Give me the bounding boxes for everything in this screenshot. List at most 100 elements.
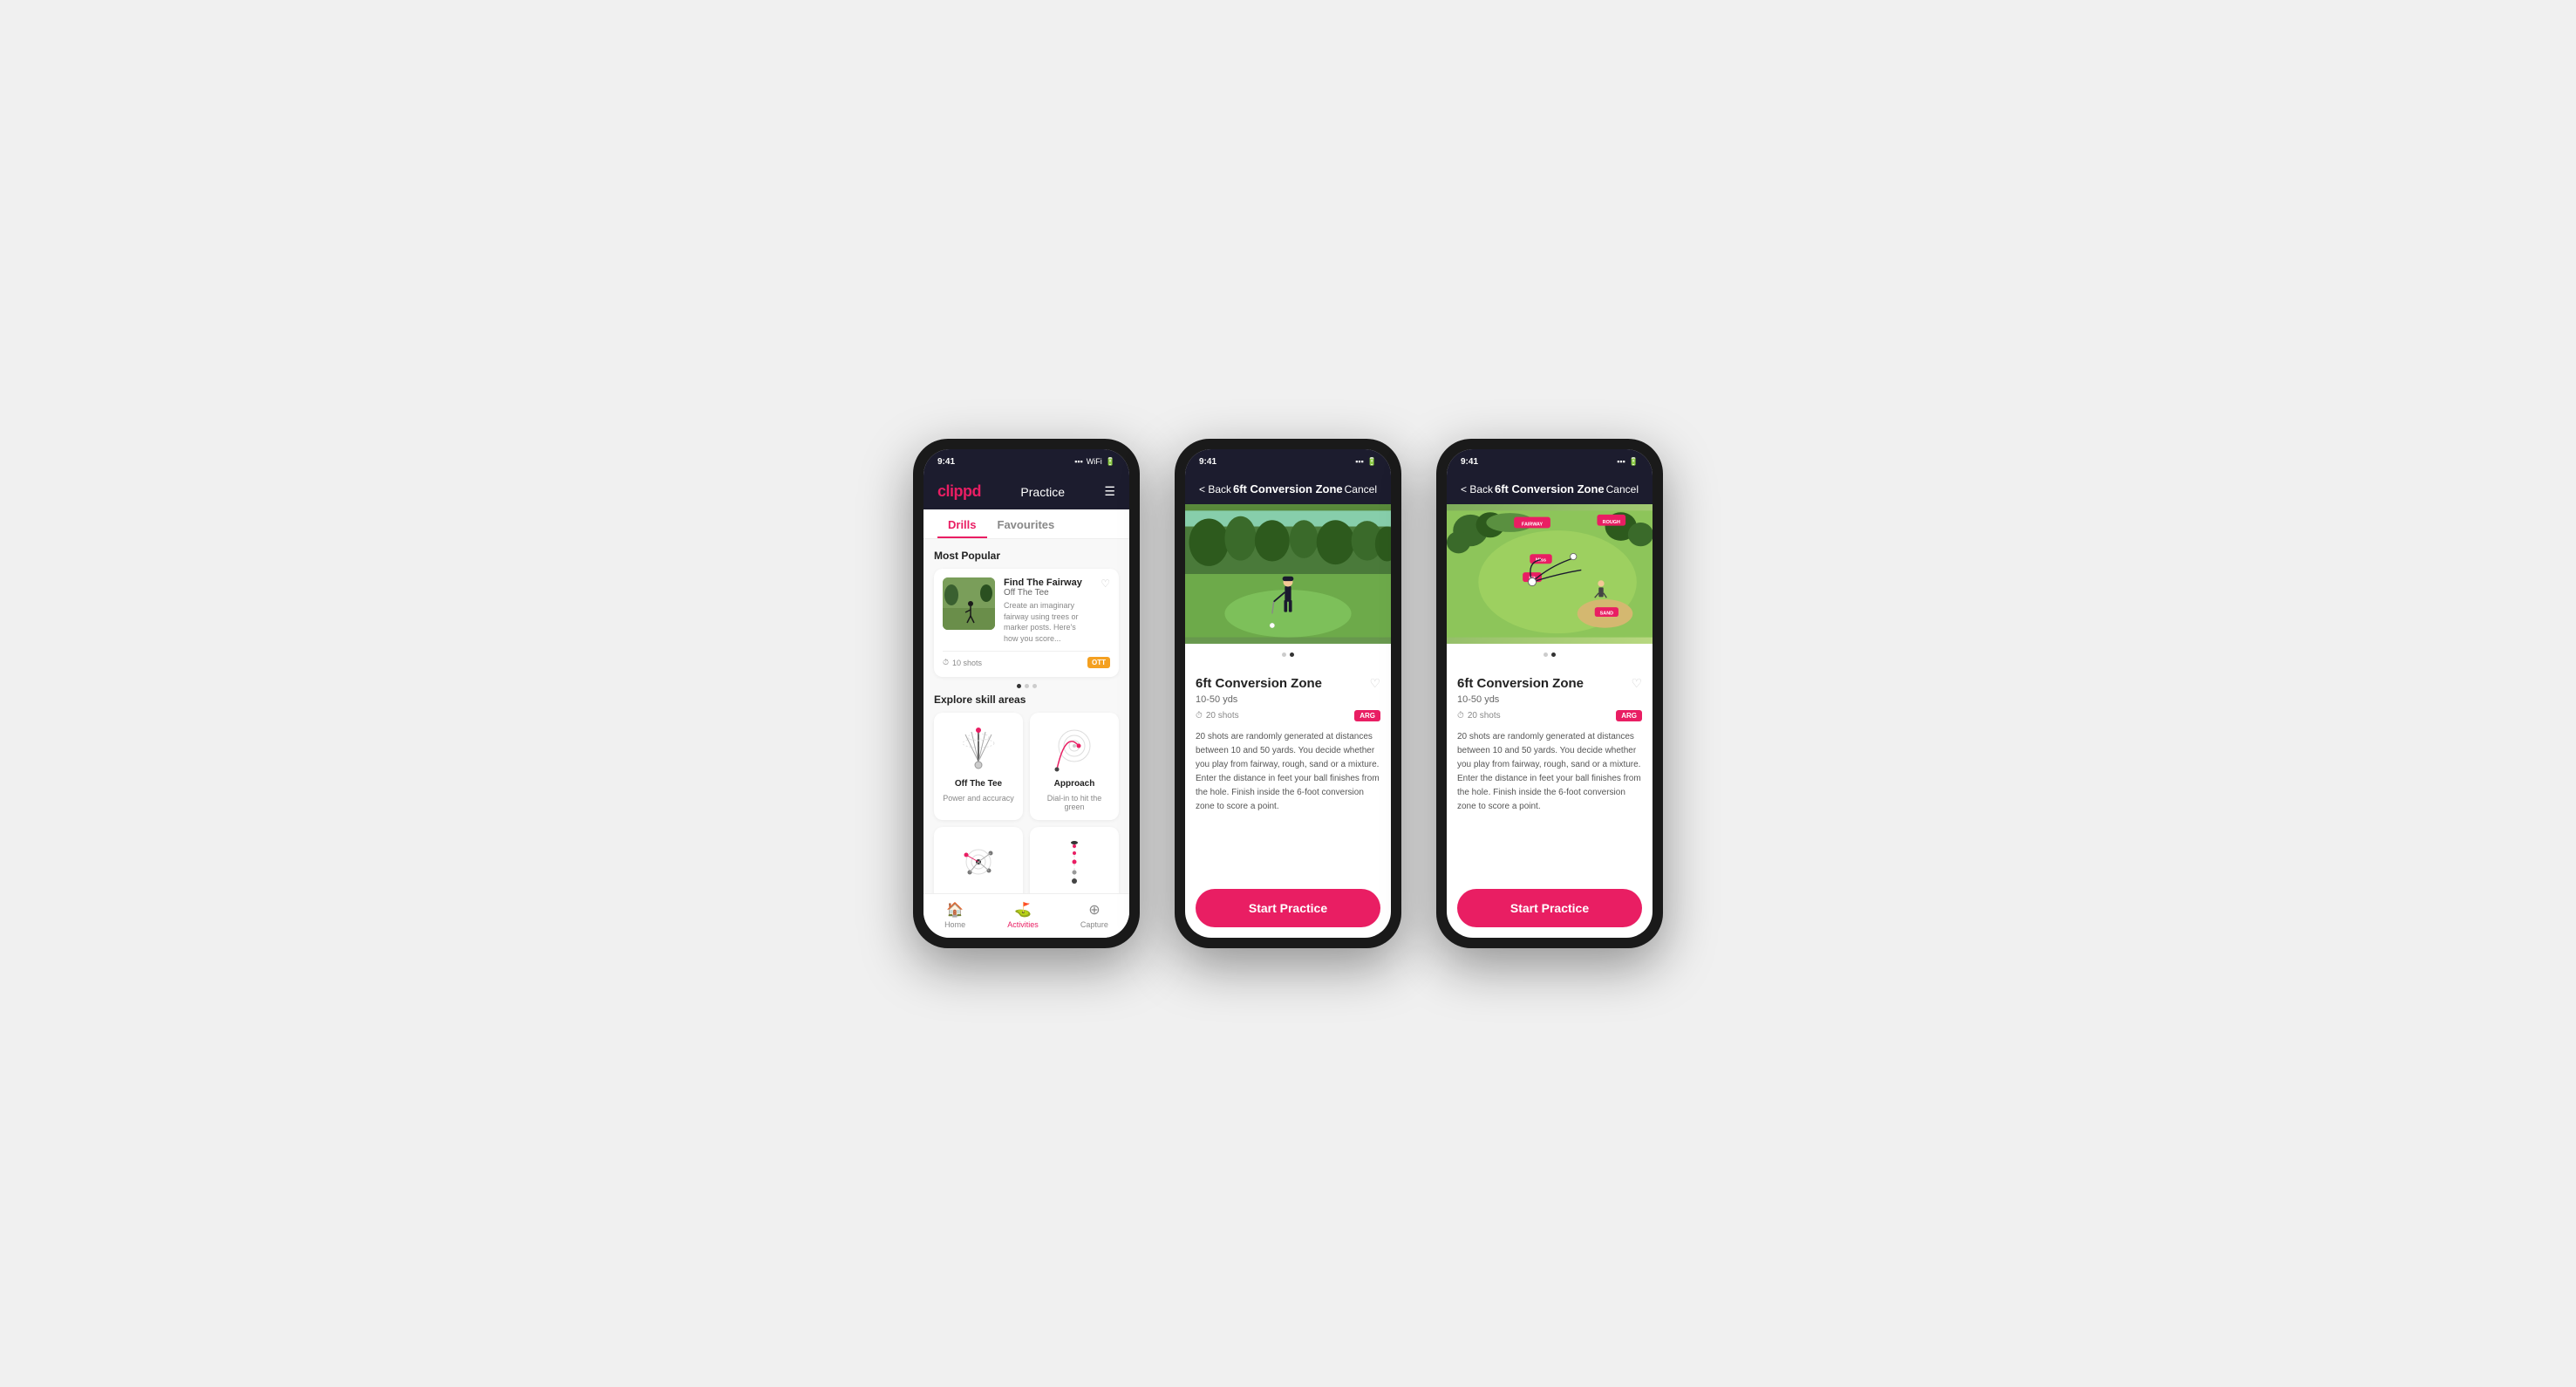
drill-detail-content-3[interactable]: 6ft Conversion Zone ♡ 10-50 yds ⏱ 20 sho… [1447,666,1653,878]
phone1-scroll-content[interactable]: Most Popular [923,539,1129,893]
detail-description-3: 20 shots are randomly generated at dista… [1457,730,1642,814]
phone-3-screen: 9:41 ▪▪▪ 🔋 < Back 6ft Conversion Zone Ca… [1447,449,1653,938]
shots-count-3: 20 shots [1468,711,1501,721]
photo-dot-1 [1282,653,1286,657]
detail-shots-2: ⏱ 20 shots [1196,711,1239,721]
dot-1 [1017,684,1021,688]
status-time-1: 9:41 [937,457,955,467]
menu-icon[interactable]: ☰ [1104,484,1115,499]
favourite-icon[interactable]: ♡ [1101,577,1110,590]
detail-shots-row-3: ⏱ 20 shots ARG [1457,710,1642,721]
drill-hero-map: FAIRWAY ROUGH Miss Hit SAND [1447,504,1653,644]
skill-grid: Off The Tee Power and accuracy [934,713,1119,893]
detail-title-row-3: 6ft Conversion Zone ♡ [1457,676,1642,691]
drill-header-title-2: 6ft Conversion Zone [1233,482,1343,495]
clippd-logo: clippd [937,482,981,501]
detail-shots-row-2: ⏱ 20 shots ARG [1196,710,1380,721]
skill-card-approach[interactable]: Approach Dial-in to hit the green [1030,713,1119,820]
nav-activities-label: Activities [1007,920,1039,929]
tab-favourites[interactable]: Favourites [987,509,1066,538]
map-dot-2 [1551,653,1556,657]
svg-text:FAIRWAY: FAIRWAY [1522,523,1544,528]
signal-icon-3: ▪▪▪ [1617,457,1625,466]
activities-icon: ⛳ [1014,901,1032,919]
drill-name: Find The Fairway [1004,577,1092,588]
battery-icon-2: 🔋 [1367,457,1377,467]
svg-text:SAND: SAND [1600,611,1613,616]
status-bar-3: 9:41 ▪▪▪ 🔋 [1447,449,1653,474]
drill-footer: ⏱ 10 shots OTT [943,651,1110,668]
phone-3: 9:41 ▪▪▪ 🔋 < Back 6ft Conversion Zone Ca… [1436,439,1663,948]
phone-1-screen: 9:41 ▪▪▪ WiFi 🔋 clippd Practice ☰ Drills [923,449,1129,938]
drill-hero-photo [1185,504,1391,644]
drill-detail-header-2: < Back 6ft Conversion Zone Cancel [1185,474,1391,504]
featured-drill-card[interactable]: Find The Fairway Off The Tee Create an i… [934,569,1119,677]
app-header-1: clippd Practice ☰ [923,474,1129,509]
home-icon: 🏠 [946,901,964,919]
status-icons-1: ▪▪▪ WiFi 🔋 [1074,457,1115,467]
skill-card-ott[interactable]: Off The Tee Power and accuracy [934,713,1023,820]
approach-diagram [1048,721,1101,774]
drill-detail-content-2[interactable]: 6ft Conversion Zone ♡ 10-50 yds ⏱ 20 sho… [1185,666,1391,878]
status-time-3: 9:41 [1461,457,1478,467]
detail-badge-3: ARG [1616,710,1642,721]
carousel-dots [934,684,1119,688]
tab-drills[interactable]: Drills [937,509,987,538]
skill-desc-approach: Dial-in to hit the green [1039,794,1110,811]
drill-header-title-3: 6ft Conversion Zone [1495,482,1605,495]
detail-title-row-2: 6ft Conversion Zone ♡ [1196,676,1380,691]
nav-capture-label: Capture [1080,920,1108,929]
drill-description: Create an imaginary fairway using trees … [1004,600,1092,644]
dot-2 [1025,684,1029,688]
back-button-2[interactable]: < Back [1199,483,1231,495]
detail-title-2: 6ft Conversion Zone [1196,676,1322,691]
map-dots [1447,649,1653,660]
cancel-button-2[interactable]: Cancel [1345,483,1377,495]
back-button-3[interactable]: < Back [1461,483,1493,495]
drill-info: Find The Fairway Off The Tee Create an i… [1004,577,1092,644]
ott-diagram [952,721,1005,774]
putting-diagram [1048,836,1101,888]
drill-category: Off The Tee [1004,588,1092,598]
skill-name-ott: Off The Tee [955,779,1002,789]
start-practice-button-3[interactable]: Start Practice [1457,889,1642,927]
start-practice-button-2[interactable]: Start Practice [1196,889,1380,927]
cancel-button-3[interactable]: Cancel [1606,483,1639,495]
wifi-icon: WiFi [1087,457,1102,466]
detail-fav-icon-2[interactable]: ♡ [1369,676,1380,691]
detail-title-3: 6ft Conversion Zone [1457,676,1584,691]
battery-icon: 🔋 [1106,457,1115,467]
explore-title: Explore skill areas [934,694,1119,706]
phone-1: 9:41 ▪▪▪ WiFi 🔋 clippd Practice ☰ Drills [913,439,1140,948]
capture-icon: ⊕ [1088,901,1100,919]
status-icons-3: ▪▪▪ 🔋 [1617,457,1639,467]
skill-name-approach: Approach [1054,779,1095,789]
most-popular-title: Most Popular [934,550,1119,562]
drill-detail-header-3: < Back 6ft Conversion Zone Cancel [1447,474,1653,504]
detail-description-2: 20 shots are randomly generated at dista… [1196,730,1380,814]
skill-desc-ott: Power and accuracy [943,794,1014,803]
drill-thumbnail [943,577,995,630]
status-icons-2: ▪▪▪ 🔋 [1355,457,1377,467]
bottom-nav-1: 🏠 Home ⛳ Activities ⊕ Capture [923,893,1129,938]
clock-icon-3: ⏱ [1457,711,1464,721]
shots-count: 10 shots [952,659,982,667]
nav-capture[interactable]: ⊕ Capture [1080,901,1108,929]
signal-icon: ▪▪▪ [1074,457,1083,466]
screenshot-container: 9:41 ▪▪▪ WiFi 🔋 clippd Practice ☰ Drills [913,439,1663,948]
skill-card-atg[interactable]: Around The Green Hone your short game [934,827,1023,893]
detail-yardage-2: 10-50 yds [1196,694,1380,705]
shots-count-2: 20 shots [1206,711,1239,721]
tabs-bar: Drills Favourites [923,509,1129,539]
drill-shots: ⏱ 10 shots [943,658,982,667]
status-bar-1: 9:41 ▪▪▪ WiFi 🔋 [923,449,1129,474]
detail-fav-icon-3[interactable]: ♡ [1631,676,1642,691]
clock-icon-2: ⏱ [1196,711,1203,721]
skill-card-putting[interactable]: Putting Make and lag practice [1030,827,1119,893]
golf-photo-scene [1185,504,1391,644]
nav-home[interactable]: 🏠 Home [944,901,965,929]
dot-3 [1032,684,1037,688]
phone-2: 9:41 ▪▪▪ 🔋 < Back 6ft Conversion Zone Ca… [1175,439,1401,948]
nav-home-label: Home [944,920,965,929]
nav-activities[interactable]: ⛳ Activities [1007,901,1039,929]
